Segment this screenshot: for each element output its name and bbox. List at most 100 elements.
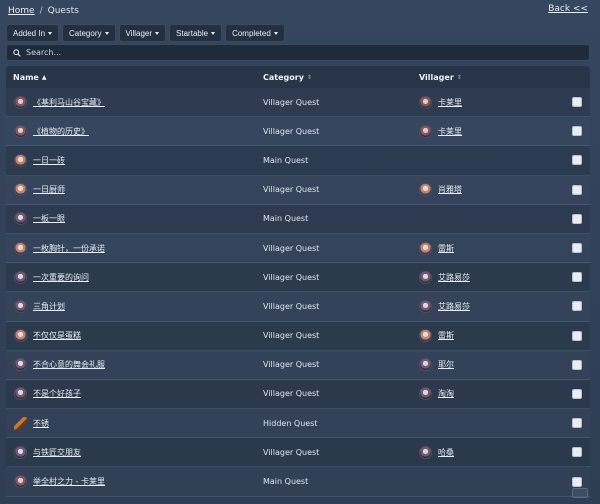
quest-name-link[interactable]: 《植物的历史》	[33, 126, 89, 137]
quest-name-cell[interactable]: 不锈	[14, 416, 49, 430]
column-header-villager[interactable]: Villager ⇕	[419, 73, 462, 82]
caret-down-icon	[155, 31, 160, 35]
filter-label: Startable	[176, 28, 209, 38]
column-header-category[interactable]: Category ⇕	[263, 73, 312, 82]
quest-name-link[interactable]: 不仅仅是蛋糕	[33, 330, 81, 341]
quest-category: Villager Quest	[263, 126, 320, 136]
villager-cell[interactable]: 淘淘	[419, 387, 454, 401]
villager-avatar	[419, 445, 432, 459]
villager-link[interactable]: 雷斯	[438, 243, 454, 254]
villager-link[interactable]: 卡莱里	[438, 126, 462, 137]
sort-asc-icon: ▲	[41, 73, 47, 81]
filter-label: Category	[69, 28, 102, 38]
quest-avatar	[14, 241, 27, 255]
villager-link[interactable]: 耶尔	[438, 359, 454, 370]
villager-avatar	[419, 329, 432, 343]
completed-checkbox[interactable]	[572, 213, 582, 224]
quest-name-link[interactable]: 一次重要的询问	[33, 272, 89, 283]
quest-avatar	[14, 299, 27, 313]
quest-name-cell[interactable]: 一日一砖	[14, 153, 65, 167]
quest-name-link[interactable]: 不合心意的舞会礼服	[33, 359, 105, 370]
quest-name-link[interactable]: 一日厨师	[33, 184, 65, 195]
quest-name-cell[interactable]: 一板一眼	[14, 212, 65, 226]
completed-checkbox[interactable]	[572, 155, 582, 166]
filter-category-button[interactable]: Category	[62, 24, 116, 42]
quest-name-cell[interactable]: 举全村之力 - 卡莱里	[14, 475, 105, 489]
column-header-category-label: Category	[263, 72, 304, 82]
quest-name-cell[interactable]: 不仅仅是蛋糕	[14, 329, 81, 343]
villager-link[interactable]: 肖雅塔	[438, 184, 462, 195]
villager-link[interactable]: 卡莱里	[438, 97, 462, 108]
villager-link[interactable]: 雷斯	[438, 330, 454, 341]
quest-name-cell[interactable]: 一次重要的询问	[14, 270, 89, 284]
completed-checkbox[interactable]	[572, 359, 582, 370]
villager-cell[interactable]: 雷斯	[419, 241, 454, 255]
completed-checkbox[interactable]	[572, 330, 582, 341]
quest-name-cell[interactable]: 三角计划	[14, 299, 65, 313]
quest-avatar	[14, 124, 27, 138]
completed-checkbox[interactable]	[572, 272, 582, 283]
villager-cell[interactable]: 艾路易莎	[419, 299, 470, 313]
filter-villager-button[interactable]: Villager	[118, 24, 167, 42]
quest-name-cell[interactable]: 一枚胸针，一份承诺	[14, 241, 105, 255]
completed-checkbox[interactable]	[572, 184, 582, 195]
completed-checkbox[interactable]	[572, 476, 582, 487]
villager-cell[interactable]: 哈桑	[419, 445, 454, 459]
villager-cell[interactable]: 卡莱里	[419, 95, 462, 109]
quest-name-link[interactable]: 举全村之力 - 卡莱里	[33, 476, 105, 487]
completed-checkbox[interactable]	[572, 243, 582, 254]
quest-name-cell[interactable]: 不是个好孩子	[14, 387, 81, 401]
villager-cell[interactable]: 耶尔	[419, 358, 454, 372]
villager-link[interactable]: 淘淘	[438, 388, 454, 399]
quest-avatar	[14, 270, 27, 284]
villager-avatar	[419, 270, 432, 284]
quest-name-link[interactable]: 三角计划	[33, 301, 65, 312]
quest-name-link[interactable]: 《基利马山谷宝藏》	[33, 97, 105, 108]
villager-cell[interactable]: 艾路易莎	[419, 270, 470, 284]
quest-name-cell[interactable]: 不合心意的舞会礼服	[14, 358, 105, 372]
quest-category: Villager Quest	[263, 243, 320, 253]
quest-avatar	[14, 212, 27, 226]
completed-checkbox[interactable]	[572, 301, 582, 312]
villager-avatar	[419, 387, 432, 401]
search-input[interactable]	[26, 48, 545, 57]
table-row: 一次重要的询问 Villager Quest 艾路易莎	[6, 263, 590, 293]
villager-link[interactable]: 艾路易莎	[438, 272, 470, 283]
filter-completed-button[interactable]: Completed	[225, 24, 285, 42]
table-body: 《基利马山谷宝藏》 Villager Quest 卡莱里 《植物的历史》 Village…	[6, 88, 590, 497]
quest-name-link[interactable]: 不是个好孩子	[33, 388, 81, 399]
back-link[interactable]: Back <<	[548, 4, 588, 14]
completed-checkbox[interactable]	[572, 418, 582, 429]
table-row: 不合心意的舞会礼服 Villager Quest 耶尔	[6, 350, 590, 380]
quest-name-link[interactable]: 一板一眼	[33, 213, 65, 224]
quest-name-cell[interactable]: 《基利马山谷宝藏》	[14, 95, 105, 109]
quest-category: Villager Quest	[263, 360, 320, 370]
caret-down-icon	[211, 31, 216, 35]
quest-name-link[interactable]: 一枚胸针，一份承诺	[33, 243, 105, 254]
quest-name-link[interactable]: 不锈	[33, 418, 49, 429]
breadcrumb-home-link[interactable]: Home	[8, 6, 35, 16]
quest-name-cell[interactable]: 与铁匠交朋友	[14, 445, 81, 459]
filter-added-in-button[interactable]: Added In	[6, 24, 60, 42]
quest-name-link[interactable]: 一日一砖	[33, 155, 65, 166]
completed-checkbox[interactable]	[572, 97, 582, 108]
quest-name-cell[interactable]: 一日厨师	[14, 183, 65, 197]
villager-cell[interactable]: 雷斯	[419, 329, 454, 343]
filter-label: Added In	[13, 28, 46, 38]
completed-checkbox[interactable]	[572, 388, 582, 399]
filter-startable-button[interactable]: Startable	[169, 24, 223, 42]
villager-link[interactable]: 艾路易莎	[438, 301, 470, 312]
column-header-name[interactable]: Name ▲	[13, 73, 46, 82]
breadcrumb-current: Quests	[47, 6, 79, 16]
villager-link[interactable]: 哈桑	[438, 447, 454, 458]
scroll-indicator[interactable]	[572, 488, 588, 498]
villager-cell[interactable]: 卡莱里	[419, 124, 462, 138]
quest-category: Villager Quest	[263, 97, 320, 107]
quest-category: Main Quest	[263, 477, 309, 487]
completed-checkbox[interactable]	[572, 447, 582, 458]
quest-name-link[interactable]: 与铁匠交朋友	[33, 447, 81, 458]
quest-category: Villager Quest	[263, 301, 320, 311]
quest-name-cell[interactable]: 《植物的历史》	[14, 124, 89, 138]
completed-checkbox[interactable]	[572, 126, 582, 137]
villager-cell[interactable]: 肖雅塔	[419, 183, 462, 197]
